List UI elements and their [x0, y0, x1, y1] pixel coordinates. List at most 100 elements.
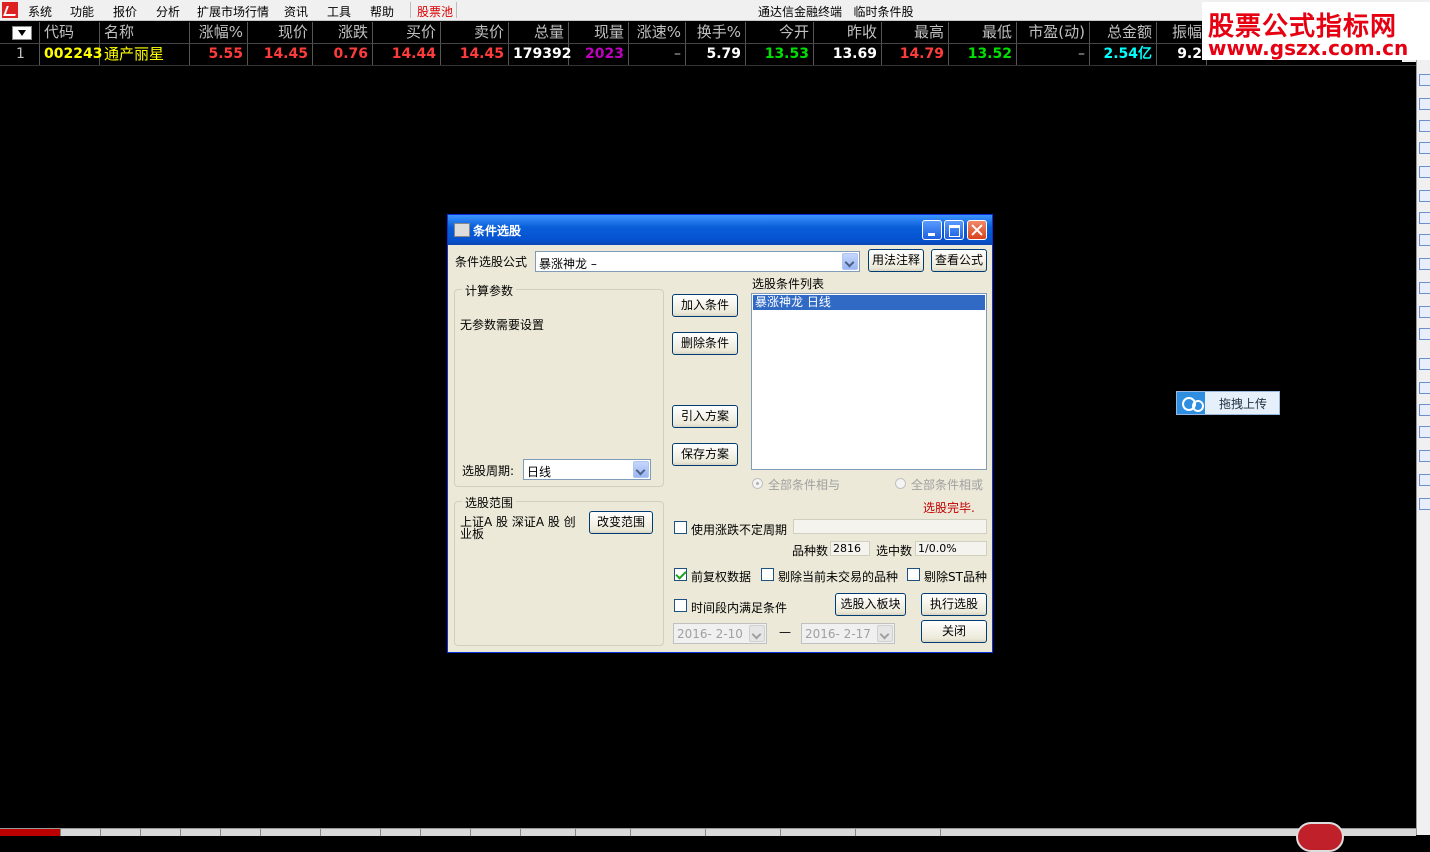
menu-extended-market[interactable]: 扩展市场行情 — [197, 3, 269, 20]
toolbar-icon-2[interactable] — [1419, 98, 1430, 110]
exclude-st-checkbox[interactable] — [907, 568, 920, 581]
menu-stock-pool[interactable]: 股票池 — [417, 3, 453, 20]
header-turnover[interactable]: 换手% — [686, 22, 746, 43]
menu-analysis[interactable]: 分析 — [156, 3, 180, 20]
cell-prev-close: 13.69 — [814, 44, 882, 65]
dropdown-icon[interactable] — [12, 26, 32, 40]
drag-upload-button[interactable]: 拖拽上传 — [1176, 391, 1280, 415]
import-plan-button[interactable]: 引入方案 — [672, 405, 738, 428]
toolbar-icon-7[interactable] — [1419, 258, 1430, 270]
chevron-down-icon[interactable] — [633, 461, 649, 478]
cell-high: 14.79 — [882, 44, 949, 65]
cell-turnover: 5.79 — [686, 44, 746, 65]
menu-quote[interactable]: 报价 — [113, 3, 137, 20]
cell-name[interactable]: 通产丽星 — [100, 44, 190, 65]
cell-price: 14.45 — [248, 44, 313, 65]
change-range-button[interactable]: 改变范围 — [589, 511, 653, 534]
close-button[interactable]: 关闭 — [921, 620, 987, 643]
header-ask[interactable]: 卖价 — [441, 22, 509, 43]
header-volume[interactable]: 总量 — [509, 22, 569, 43]
toolbar-icon-10[interactable] — [1419, 404, 1430, 416]
minimize-button[interactable] — [922, 220, 942, 240]
header-price[interactable]: 现价 — [248, 22, 313, 43]
radio-all-or[interactable] — [895, 478, 906, 489]
header-prev-close[interactable]: 昨收 — [814, 22, 882, 43]
cell-open: 13.53 — [746, 44, 814, 65]
window-icon — [454, 223, 470, 237]
menu-separator — [410, 2, 411, 18]
chevron-down-icon[interactable] — [842, 253, 858, 270]
header-cur-vol[interactable]: 现量 — [569, 22, 629, 43]
cell-amplitude: 9.2 — [1157, 44, 1207, 65]
condition-list[interactable]: 暴涨神龙 日线 — [751, 293, 987, 470]
watermark: 股票公式指标网 www.gszx.com.cn — [1202, 2, 1430, 60]
close-window-button[interactable] — [967, 220, 987, 240]
usage-notes-button[interactable]: 用法注释 — [868, 249, 924, 272]
folder-icon[interactable] — [1419, 358, 1430, 370]
time-range-checkbox[interactable] — [674, 599, 687, 612]
header-change-pct[interactable]: 涨幅% — [190, 22, 248, 43]
column-menu[interactable] — [0, 22, 40, 43]
upload-label: 拖拽上传 — [1219, 397, 1268, 411]
variety-count-field: 2816 — [830, 541, 870, 556]
toolbar-icon-11[interactable] — [1419, 426, 1430, 438]
irregular-period-checkbox[interactable] — [674, 521, 687, 534]
header-amount[interactable]: 总金额 — [1090, 22, 1157, 43]
header-name[interactable]: 名称 — [100, 22, 190, 43]
print-icon[interactable] — [1419, 474, 1430, 486]
condition-select-dialog: 条件选股 条件选股公式 暴涨神龙 – 用法注释 查看公式 计算参数 无参数需要设… — [447, 214, 993, 653]
export-icon[interactable] — [1419, 450, 1430, 462]
forward-adjust-checkbox[interactable] — [674, 568, 687, 581]
formula-select[interactable]: 暴涨神龙 – — [535, 251, 860, 272]
cell-code[interactable]: 002243 — [40, 44, 102, 65]
candle-icon[interactable] — [1419, 166, 1430, 178]
to-block-button[interactable]: 选股入板块 — [835, 593, 906, 616]
date-to-picker[interactable]: 2016- 2-17 — [801, 623, 895, 644]
menu-tools[interactable]: 工具 — [327, 3, 351, 20]
chevron-down-icon[interactable] — [877, 625, 893, 642]
toolbar-icon-9[interactable] — [1419, 328, 1430, 340]
exclude-not-trading-checkbox[interactable] — [761, 568, 774, 581]
header-high[interactable]: 最高 — [882, 22, 949, 43]
range-text: 上证A 股 深证A 股 创业板 — [460, 515, 576, 541]
delete-condition-button[interactable]: 删除条件 — [672, 332, 738, 355]
gear-icon[interactable] — [1419, 498, 1430, 510]
list-item[interactable]: 暴涨神龙 日线 — [753, 295, 985, 310]
chart-icon[interactable] — [1419, 142, 1430, 154]
cell-speed: – — [629, 44, 686, 65]
menu-system[interactable]: 系统 — [28, 3, 52, 20]
execute-select-button[interactable]: 执行选股 — [921, 593, 987, 616]
view-formula-button[interactable]: 查看公式 — [931, 249, 987, 272]
params-group: 计算参数 无参数需要设置 选股周期: 日线 — [454, 282, 664, 487]
toolbar-icon-6[interactable] — [1419, 234, 1430, 246]
header-open[interactable]: 今开 — [746, 22, 814, 43]
date-from-picker[interactable]: 2016- 2-10 — [673, 623, 767, 644]
header-code[interactable]: 代码 — [40, 22, 100, 43]
toolbar-icon-5[interactable] — [1419, 212, 1430, 224]
toolbar-icon-1[interactable] — [1419, 74, 1430, 86]
formula-icon[interactable] — [1419, 306, 1430, 318]
arrow-icon[interactable] — [1419, 382, 1430, 394]
save-plan-button[interactable]: 保存方案 — [672, 443, 738, 466]
add-condition-button[interactable]: 加入条件 — [672, 294, 738, 317]
header-amplitude[interactable]: 振幅 — [1157, 22, 1207, 43]
radio-all-and-label: 全部条件相与 — [768, 478, 841, 492]
forward-adjust-label: 前复权数据 — [691, 570, 752, 584]
radio-all-and[interactable] — [752, 478, 763, 489]
chevron-down-icon[interactable] — [749, 625, 765, 642]
menu-news[interactable]: 资讯 — [284, 3, 308, 20]
toolbar-icon-4[interactable] — [1419, 190, 1430, 202]
toolbar-icon-3[interactable] — [1419, 120, 1430, 132]
header-pe[interactable]: 市盈(动) — [1017, 22, 1090, 43]
header-change[interactable]: 涨跌 — [313, 22, 373, 43]
maximize-button[interactable] — [944, 220, 964, 240]
dialog-titlebar[interactable]: 条件选股 — [448, 215, 992, 245]
menu-function[interactable]: 功能 — [70, 3, 94, 20]
toolbar-icon-8[interactable] — [1419, 282, 1430, 294]
menu-help[interactable]: 帮助 — [370, 3, 394, 20]
status-ball-icon[interactable] — [1296, 822, 1344, 852]
header-speed[interactable]: 涨速% — [629, 22, 686, 43]
header-bid[interactable]: 买价 — [373, 22, 441, 43]
header-low[interactable]: 最低 — [949, 22, 1017, 43]
period-select[interactable]: 日线 — [523, 459, 651, 480]
